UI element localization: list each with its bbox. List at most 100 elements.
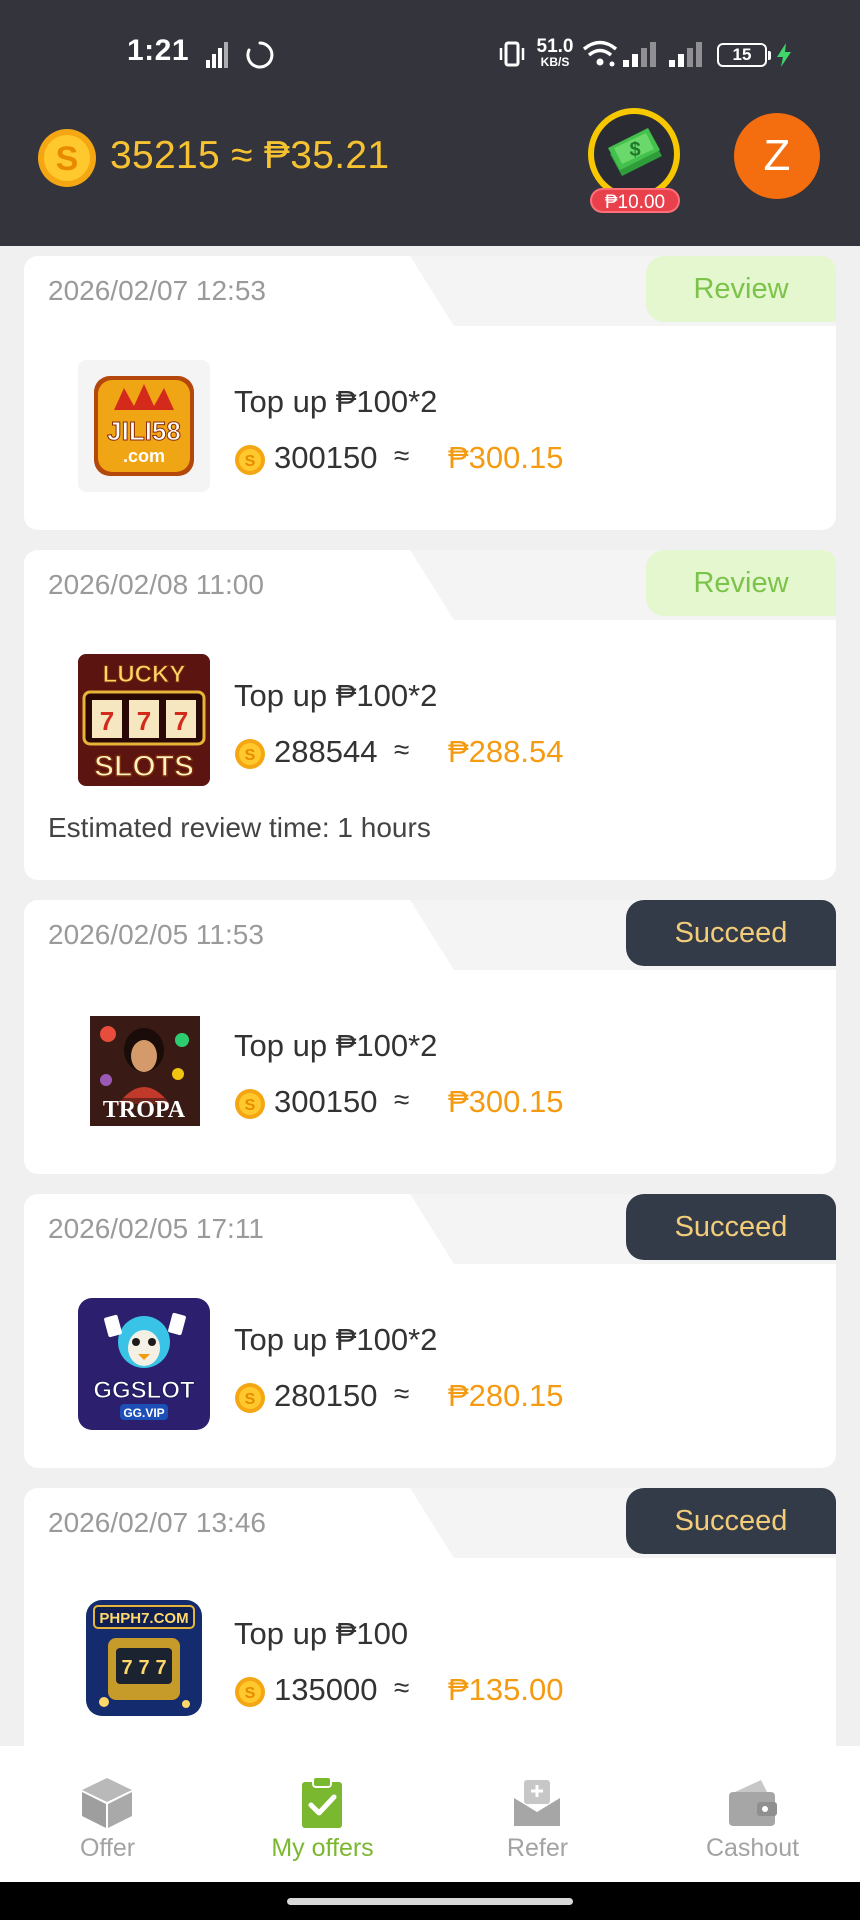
jili58-domain-text: .com	[123, 446, 165, 466]
reward-peso: ₱288.54	[448, 734, 564, 769]
loading-icon	[245, 40, 275, 75]
offer-title: Top up ₱100*2	[234, 1028, 438, 1063]
coin-icon: S	[37, 128, 97, 193]
estimated-review-time: Estimated review time: 1 hours	[48, 812, 431, 843]
signal-icon	[204, 40, 232, 75]
status-badge: Succeed	[626, 1194, 836, 1260]
coin-icon: S	[234, 738, 266, 775]
reward-peso: ₱300.15	[448, 440, 564, 475]
reward-coins: 135000	[274, 1672, 378, 1707]
status-badge: Review	[646, 550, 836, 616]
approx-sign: ≈	[394, 734, 410, 765]
reward-peso: ₱300.15	[448, 1084, 564, 1119]
ggslot-text: GGSLOT	[93, 1377, 195, 1404]
nav-label-cashout: Cashout	[705, 1834, 800, 1862]
svg-text:$: $	[629, 139, 640, 161]
nav-label-offer: Offer	[79, 1834, 136, 1862]
wifi-icon	[582, 40, 618, 73]
card-header: 2026/02/07 12:53 Review	[24, 256, 836, 326]
battery-icon: 15	[717, 43, 771, 67]
coin-icon: S	[234, 1382, 266, 1419]
home-gesture-bar[interactable]	[287, 1898, 573, 1905]
app-header: 1:21 51.0 KB/S 15 S 35215 ≈ ₱35.21 $ ₱10…	[0, 0, 860, 246]
nav-item-offer[interactable]: Offer	[0, 1746, 215, 1882]
card-header: 2026/02/07 13:46 Succeed	[24, 1488, 836, 1558]
nav-label-my-offers: My offers	[271, 1834, 374, 1862]
my-offers-list[interactable]: 2026/02/07 12:53 Review JILI58 .com Top …	[0, 246, 860, 1746]
reward-coins: 300150	[274, 440, 378, 475]
status-badge: Succeed	[626, 900, 836, 966]
card-header: 2026/02/05 11:53 Succeed	[24, 900, 836, 970]
offer-title: Top up ₱100*2	[234, 1322, 438, 1357]
status-badge: Succeed	[626, 1488, 836, 1554]
status-time: 1:21	[127, 34, 190, 67]
nav-item-my-offers[interactable]: My offers	[215, 1746, 430, 1882]
bottom-nav: Offer My offers Refer Cashout	[0, 1746, 860, 1882]
avatar[interactable]: Z	[734, 113, 820, 199]
offer-card[interactable]: 2026/02/07 13:46 Succeed PHPH7.COM 7 7 7…	[24, 1488, 836, 1746]
status-badge: Review	[646, 256, 836, 322]
offer-date: 2026/02/05 11:53	[48, 919, 264, 950]
offer-card[interactable]: 2026/02/05 11:53 Succeed TROPA Top up ₱1…	[24, 900, 836, 1174]
phph7-text: PHPH7.COM	[99, 1610, 188, 1627]
nav-item-cashout[interactable]: Cashout	[645, 1746, 860, 1882]
reward-peso: ₱135.00	[448, 1672, 564, 1707]
game-logo-jili58: JILI58 .com	[78, 360, 210, 492]
reward-peso: ₱280.15	[448, 1378, 564, 1413]
tropa-text: TROPA	[103, 1097, 186, 1123]
clipboard-check-icon	[293, 1776, 351, 1835]
jili58-text: JILI58	[107, 416, 181, 446]
offer-date: 2026/02/07 12:53	[48, 275, 266, 306]
cell-signal-icon	[622, 42, 660, 73]
svg-text:7: 7	[121, 1657, 132, 1679]
reward-coins: 280150	[274, 1378, 378, 1413]
offer-card[interactable]: 2026/02/05 17:11 Succeed GGSLOT GG.VIP T…	[24, 1194, 836, 1468]
svg-text:7: 7	[138, 1657, 149, 1679]
system-navigation-area	[0, 1882, 860, 1920]
wallet-icon	[723, 1776, 781, 1835]
offer-title: Top up ₱100*2	[234, 678, 438, 713]
offer-date: 2026/02/07 13:46	[48, 1507, 266, 1538]
nav-label-refer: Refer	[506, 1834, 569, 1862]
svg-text:S: S	[245, 1097, 256, 1114]
lucky-text: LUCKY	[103, 661, 186, 688]
svg-text:7: 7	[137, 706, 151, 736]
reward-coins: 288544	[274, 734, 378, 769]
game-logo-tropa: TROPA	[78, 1004, 210, 1136]
approx-sign: ≈	[394, 1084, 410, 1115]
card-header: 2026/02/08 11:00 Review	[24, 550, 836, 620]
network-speed-unit: KB/S	[540, 55, 570, 69]
svg-text:S: S	[56, 140, 79, 178]
offer-card[interactable]: 2026/02/08 11:00 Review 7 7 7 LUCKY SLOT…	[24, 550, 836, 880]
vibrate-icon	[497, 40, 527, 73]
coin-balance: 35215 ≈ ₱35.21	[110, 134, 390, 177]
offer-date: 2026/02/05 17:11	[48, 1213, 264, 1244]
status-bar: 1:21 51.0 KB/S 15	[0, 0, 860, 110]
network-speed: 51.0 KB/S	[534, 37, 576, 68]
slots-text: SLOTS	[94, 750, 194, 783]
approx-sign: ≈	[394, 1378, 410, 1409]
approx-sign: ≈	[394, 1672, 410, 1703]
coin-icon: S	[234, 1088, 266, 1125]
game-logo-ggslot: GGSLOT GG.VIP	[78, 1298, 210, 1430]
reward-coins: 300150	[274, 1084, 378, 1119]
cash-stack-icon: $	[604, 126, 666, 189]
box-icon	[78, 1776, 136, 1835]
network-speed-value: 51.0	[536, 36, 574, 57]
nav-item-refer[interactable]: Refer	[430, 1746, 645, 1882]
coin-icon: S	[234, 1676, 266, 1713]
offer-title: Top up ₱100*2	[234, 384, 438, 419]
svg-text:S: S	[245, 747, 256, 764]
offer-card[interactable]: 2026/02/07 12:53 Review JILI58 .com Top …	[24, 256, 836, 530]
svg-text:S: S	[245, 453, 256, 470]
svg-text:7: 7	[100, 706, 114, 736]
ggvip-text: GG.VIP	[123, 1406, 164, 1420]
svg-text:S: S	[245, 1685, 256, 1702]
svg-text:S: S	[245, 1391, 256, 1408]
card-header: 2026/02/05 17:11 Succeed	[24, 1194, 836, 1264]
cash-bonus-button[interactable]: $ ₱10.00	[586, 106, 686, 216]
game-logo-phph7: PHPH7.COM 7 7 7	[78, 1592, 210, 1724]
offer-title: Top up ₱100	[234, 1616, 409, 1651]
approx-sign: ≈	[394, 440, 410, 471]
coin-icon: S	[234, 444, 266, 481]
